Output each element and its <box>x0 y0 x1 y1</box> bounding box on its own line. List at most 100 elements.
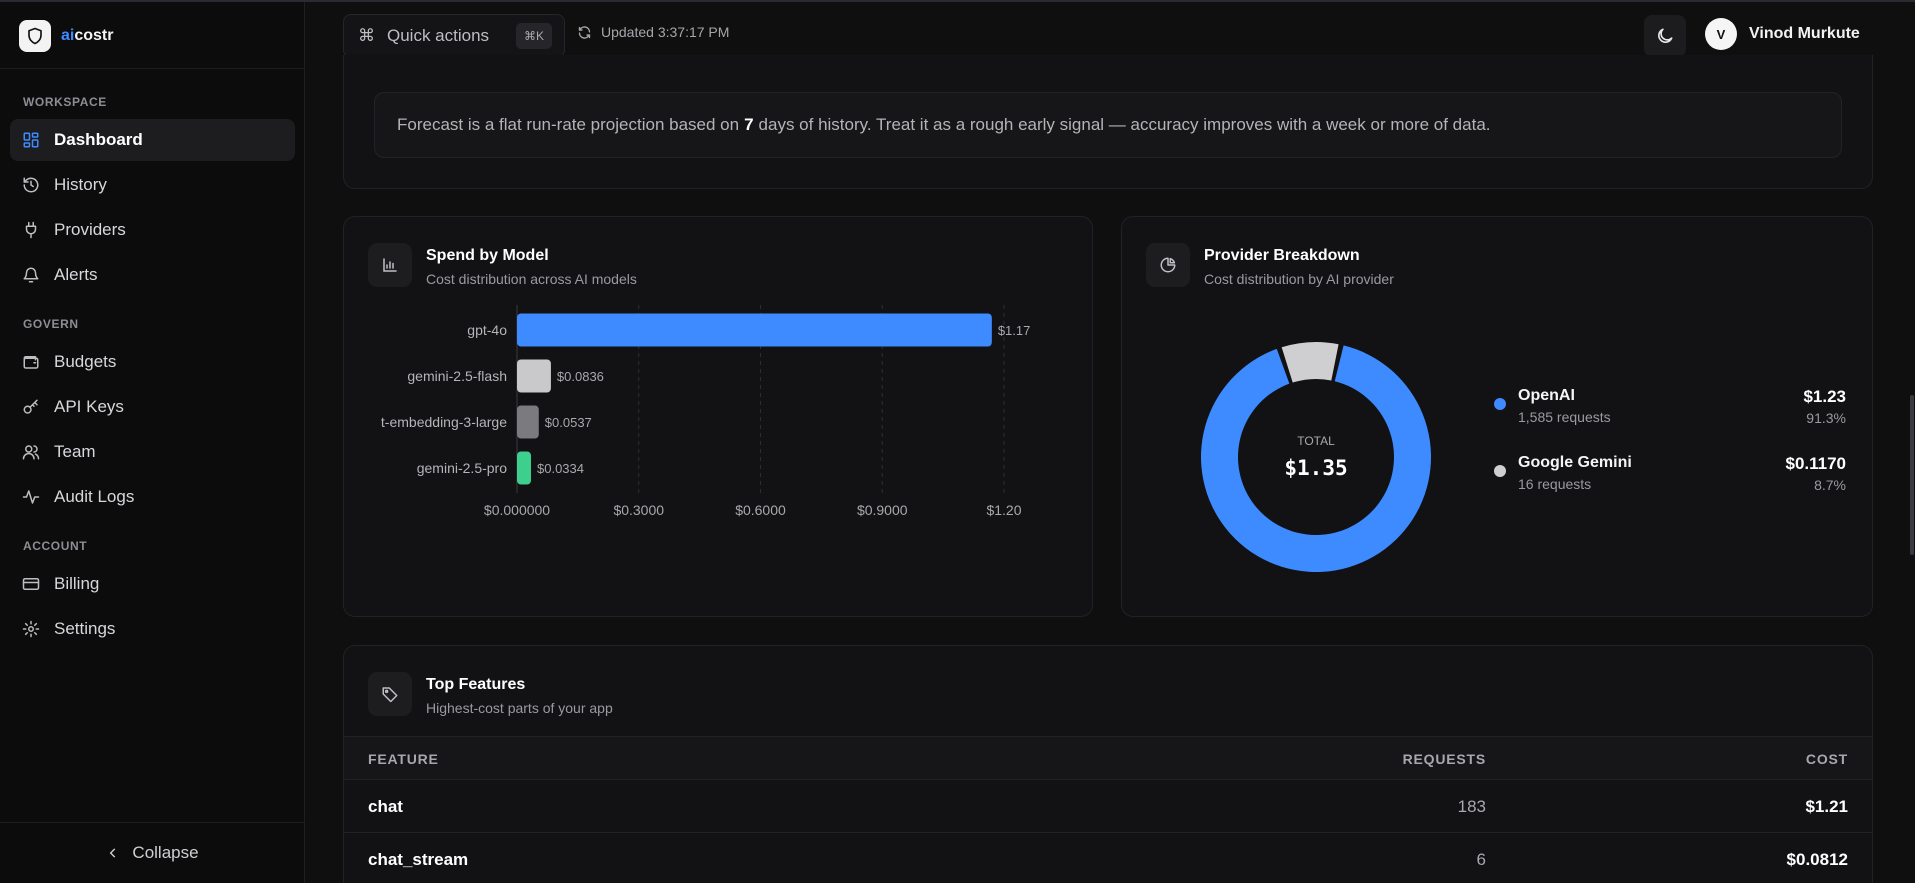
sidebar-item-label: Billing <box>54 574 100 593</box>
moon-icon <box>1658 28 1673 43</box>
legend-dot-icon <box>1494 465 1506 477</box>
user-name: Vinod Murkute <box>1749 25 1860 42</box>
collapse-button[interactable]: Collapse <box>0 822 305 883</box>
sidebar-item-team[interactable]: Team <box>10 431 295 473</box>
credit-card-icon <box>22 578 40 590</box>
sidebar-item-label: Audit Logs <box>54 487 135 506</box>
sidebar-item-audit-logs[interactable]: Audit Logs <box>10 476 295 518</box>
sidebar-item-providers[interactable]: Providers <box>10 209 295 251</box>
card-title: Spend by Model <box>426 247 549 264</box>
column-header-feature[interactable]: FEATURE <box>368 751 439 767</box>
bar <box>517 451 531 485</box>
keyboard-shortcut-badge: ⌘K <box>515 23 552 49</box>
quick-actions-button[interactable]: ⌘ Quick actions ⌘K <box>343 14 565 58</box>
feature-name: chat <box>368 797 403 816</box>
card-header: Spend by Model Cost distribution across … <box>368 243 637 287</box>
x-tick-label: $0.3000 <box>613 502 664 518</box>
provider-donut-chart: TOTAL $1.35 <box>1201 342 1431 572</box>
provider-percent: 8.7% <box>1814 477 1846 493</box>
legend-item[interactable]: Google Gemini 16 requests $0.1170 8.7% <box>1494 454 1846 502</box>
provider-cost: $1.23 <box>1803 387 1846 406</box>
brand-name-suffix: costr <box>74 27 114 44</box>
feature-cost: $1.21 <box>1805 797 1848 816</box>
forecast-note: Forecast is a flat run-rate projection b… <box>374 92 1842 158</box>
sidebar-item-label: API Keys <box>54 397 124 416</box>
brand[interactable]: aicostr <box>19 20 113 52</box>
brand-name: aicostr <box>61 27 113 45</box>
card-title: Top Features <box>426 676 526 693</box>
spend-by-model-card: Spend by Model Cost distribution across … <box>343 216 1093 617</box>
category-label: t-embedding-3-large <box>381 414 507 430</box>
value-label: $0.0334 <box>537 461 584 476</box>
wallet-icon <box>23 356 39 369</box>
legend-dot-icon <box>1494 398 1506 410</box>
provider-cost: $0.1170 <box>1785 454 1846 473</box>
key-icon <box>23 399 38 414</box>
page-scrollbar[interactable] <box>1910 395 1914 555</box>
feature-name: chat_stream <box>368 850 469 869</box>
sidebar-item-alerts[interactable]: Alerts <box>10 254 295 296</box>
table-row[interactable]: chat 183 $1.21 <box>344 780 1872 833</box>
card-header: Provider Breakdown Cost distribution by … <box>1146 243 1394 287</box>
activity-icon <box>22 490 40 504</box>
theme-toggle-button[interactable] <box>1644 15 1686 57</box>
nav-section-title: ACCOUNT <box>23 539 88 553</box>
bar <box>517 313 992 347</box>
history-icon <box>23 177 39 193</box>
sidebar-item-api-keys[interactable]: API Keys <box>10 386 295 428</box>
card-subtitle: Cost distribution by AI provider <box>1204 271 1394 287</box>
pie-chart-icon <box>1146 243 1190 287</box>
donut-slice[interactable] <box>1281 342 1339 383</box>
column-header-requests[interactable]: REQUESTS <box>1403 751 1486 767</box>
column-header-cost[interactable]: COST <box>1806 751 1848 767</box>
updated-text: Updated 3:37:17 PM <box>601 24 730 40</box>
value-label: $0.0537 <box>545 415 592 430</box>
sidebar-item-settings[interactable]: Settings <box>10 608 295 650</box>
legend-item[interactable]: OpenAI 1,585 requests $1.23 91.3% <box>1494 387 1846 435</box>
sidebar-item-history[interactable]: History <box>10 164 295 206</box>
divider <box>0 68 305 69</box>
spend-by-model-chart: $0.000000 $0.3000 $0.6000 $0.9000 $1.20 gpt-4… <box>381 305 1031 518</box>
sidebar-item-label: History <box>54 175 107 194</box>
sidebar-nav: WORKSPACE Dashboard History Providers Alerts… <box>0 82 305 653</box>
provider-breakdown-card: Provider Breakdown Cost distribution by … <box>1121 216 1873 617</box>
shield-logo-icon <box>19 20 51 52</box>
sidebar-item-dashboard[interactable]: Dashboard <box>10 119 295 161</box>
category-label: gemini-2.5-pro <box>417 460 507 476</box>
bar <box>517 405 539 439</box>
refresh-icon <box>578 25 591 39</box>
value-label: $0.0836 <box>557 369 604 384</box>
user-menu[interactable]: V Vinod Murkute <box>1705 18 1860 50</box>
sidebar-item-billing[interactable]: Billing <box>10 563 295 605</box>
provider-name: OpenAI <box>1518 387 1575 404</box>
table-header: FEATURE REQUESTS COST <box>344 736 1872 780</box>
category-label: gpt-4o <box>467 322 507 338</box>
provider-name: Google Gemini <box>1518 454 1632 471</box>
quick-actions-label: Quick actions <box>387 26 490 45</box>
donut-total-label: TOTAL <box>1297 434 1335 448</box>
command-icon: ⌘ <box>358 26 375 45</box>
x-tick-label: $1.20 <box>986 502 1021 518</box>
collapse-label: Collapse <box>132 843 199 862</box>
x-tick-label: $0.6000 <box>735 502 786 518</box>
tag-icon <box>368 672 412 716</box>
nav-section-title: WORKSPACE <box>23 95 107 109</box>
chevron-left-icon <box>110 848 116 858</box>
bar <box>517 359 551 393</box>
value-label: $1.17 <box>998 323 1031 338</box>
bar-chart-icon <box>368 243 412 287</box>
donut-total-value: $1.35 <box>1284 456 1347 480</box>
forecast-text-after: days of history. Treat it as a rough ear… <box>758 115 1491 134</box>
provider-requests: 16 requests <box>1518 476 1592 492</box>
nav-section-title: GOVERN <box>23 317 79 331</box>
sidebar: aicostr WORKSPACE Dashboard History Provide… <box>0 2 305 883</box>
sidebar-item-budgets[interactable]: Budgets <box>10 341 295 383</box>
sidebar-item-label: Dashboard <box>54 130 143 149</box>
table-row[interactable]: chat_stream 6 $0.0812 <box>344 833 1872 883</box>
brand-name-prefix: ai <box>61 27 75 44</box>
top-features-card: Top Features Highest-cost parts of your … <box>343 645 1873 883</box>
last-updated: Updated 3:37:17 PM <box>577 24 729 40</box>
category-label: gemini-2.5-flash <box>407 368 507 384</box>
gear-icon <box>22 620 40 638</box>
provider-requests: 1,585 requests <box>1518 409 1611 425</box>
